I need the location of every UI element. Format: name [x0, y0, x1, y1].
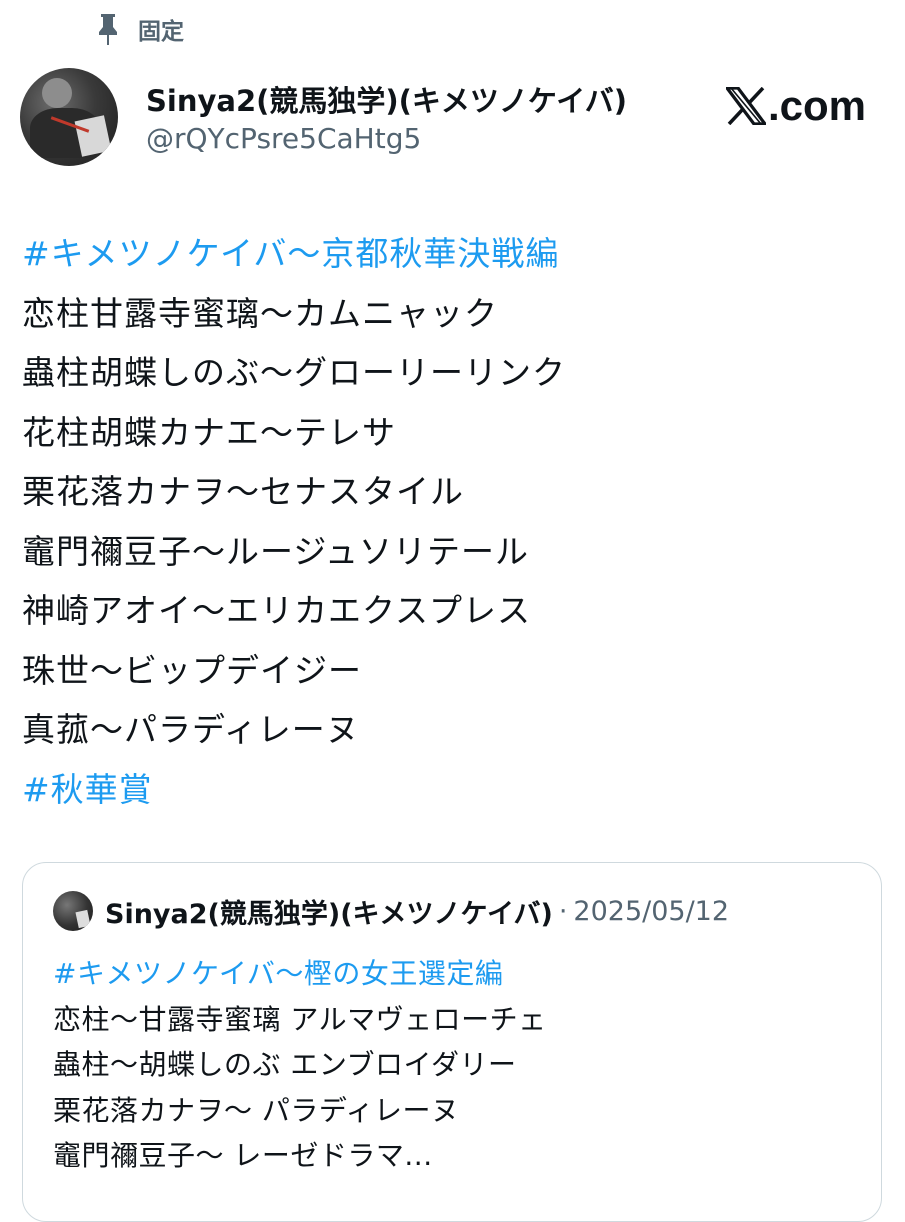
separator-dot: ·: [558, 895, 568, 927]
quoted-author-name[interactable]: Sinya2(競馬独学)(キメツノケイバ): [105, 892, 553, 931]
quoted-tweet-header: Sinya2(競馬独学)(キメツノケイバ) · 2025/05/12: [53, 891, 729, 931]
tweet-line: 恋柱甘露寺蜜璃〜カムニャック: [22, 293, 498, 333]
quoted-author-avatar[interactable]: [53, 891, 93, 931]
tweet-line: 花柱胡蝶カナエ〜テレサ: [22, 412, 396, 452]
tweet-line: 蟲柱胡蝶しのぶ〜グローリーリンク: [22, 353, 566, 392]
author-handle[interactable]: @rQYcPsre5CaHtg5: [146, 122, 421, 155]
x-brand-logo: .com: [725, 82, 866, 130]
tweet-line: 珠世〜ビップデイジー: [22, 650, 362, 690]
pinned-indicator: 固定: [96, 12, 184, 46]
quoted-tweet-line: 栗花落カナヲ〜 パラディレーヌ: [53, 1093, 460, 1127]
tweet-line: 真菰〜パラディレーヌ: [22, 710, 360, 749]
quoted-tweet-text: #キメツノケイバ〜樫の女王選定編 恋柱〜甘露寺蜜璃 アルマヴェローチェ 蟲柱〜胡…: [53, 951, 863, 1179]
brand-domain: .com: [767, 82, 866, 129]
x-logo-icon: [725, 87, 766, 125]
hashtag-link[interactable]: #キメツノケイバ〜樫の女王選定編: [53, 951, 863, 997]
tweet-line: 竈門禰豆子〜ルージュソリテール: [22, 531, 530, 571]
quoted-tweet-line: 竈門禰豆子〜 レーゼドラマ...: [53, 1139, 433, 1172]
tweet-text: #キメツノケイバ〜京都秋華決戦編 恋柱甘露寺蜜璃〜カムニャック 蟲柱胡蝶しのぶ〜…: [22, 224, 882, 819]
tweet-line: 栗花落カナヲ〜セナスタイル: [22, 472, 464, 511]
hashtag-link[interactable]: #キメツノケイバ〜京都秋華決戦編: [22, 224, 882, 284]
quoted-tweet-line: 蟲柱〜胡蝶しのぶ エンブロイダリー: [53, 1048, 517, 1081]
pin-icon: [99, 14, 117, 45]
quoted-tweet-date[interactable]: 2025/05/12: [573, 896, 729, 927]
pinned-label: 固定: [138, 19, 184, 45]
quoted-tweet-line: 恋柱〜甘露寺蜜璃 アルマヴェローチェ: [53, 1002, 547, 1036]
author-avatar[interactable]: [20, 68, 118, 166]
tweet-header: Sinya2(競馬独学)(キメツノケイバ) @rQYcPsre5CaHtg5 .…: [20, 68, 890, 168]
author-display-name[interactable]: Sinya2(競馬独学)(キメツノケイバ): [146, 78, 627, 120]
hashtag-link[interactable]: #秋華賞: [22, 760, 882, 820]
quoted-tweet-card[interactable]: Sinya2(競馬独学)(キメツノケイバ) · 2025/05/12 #キメツノ…: [22, 862, 882, 1222]
tweet-line: 神崎アオイ〜エリカエクスプレス: [22, 591, 532, 630]
